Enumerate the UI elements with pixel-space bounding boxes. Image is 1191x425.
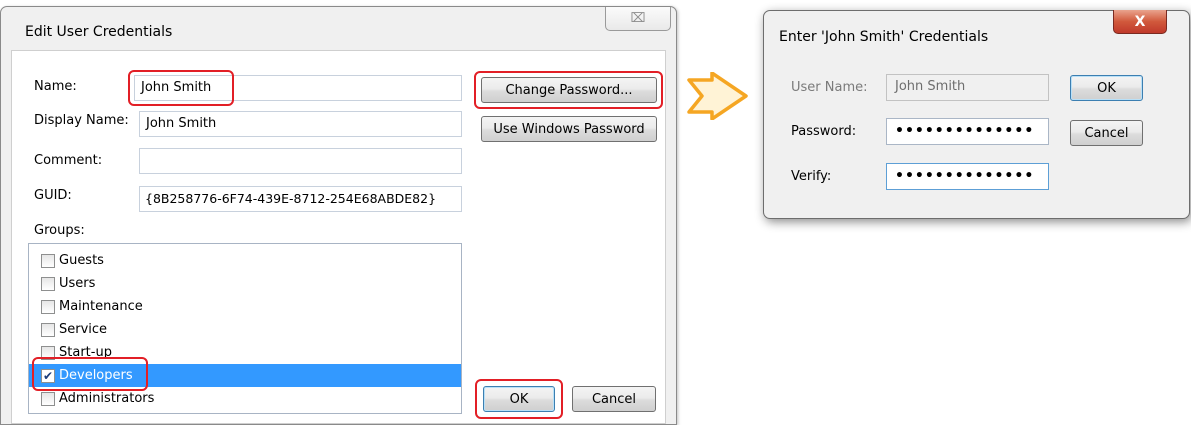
close-button[interactable]: X [1113, 10, 1167, 34]
user-name-field: John Smith [886, 74, 1049, 101]
comment-label: Comment: [34, 153, 103, 168]
name-label: Name: [34, 79, 77, 94]
ok-button[interactable]: OK [1070, 75, 1143, 101]
checkbox-developers[interactable]: ✔ [41, 368, 55, 383]
password-field[interactable]: •••••••••••••• [886, 118, 1049, 145]
group-item-maintenance[interactable]: Maintenance [29, 295, 461, 318]
close-icon: X [1134, 13, 1146, 30]
group-item-start-up[interactable]: Start-up [29, 341, 461, 364]
group-label-users: Users [59, 276, 96, 291]
checkbox-users[interactable] [41, 276, 55, 291]
group-label-guests: Guests [59, 253, 104, 268]
group-label-administrators: Administrators [59, 391, 155, 406]
close-icon: ⌧ [630, 11, 646, 26]
group-item-guests[interactable]: Guests [29, 249, 461, 272]
checkbox-service[interactable] [41, 322, 55, 337]
password-value: •••••••••••••• [895, 123, 1035, 139]
right-arrow-icon [687, 72, 748, 120]
display-name-field[interactable]: John Smith [139, 111, 462, 137]
group-label-service: Service [59, 322, 108, 337]
name-field[interactable]: John Smith [134, 75, 462, 101]
use-windows-password-button[interactable]: Use Windows Password [481, 116, 657, 142]
change-password-button[interactable]: Change Password... [481, 77, 657, 103]
close-button[interactable]: ⌧ [605, 7, 671, 31]
group-item-users[interactable]: Users [29, 272, 461, 295]
dialog-title: Enter 'John Smith' Credentials [779, 29, 989, 45]
checkbox-administrators[interactable] [41, 391, 55, 406]
guid-label: GUID: [34, 188, 72, 203]
group-item-service[interactable]: Service [29, 318, 461, 341]
guid-field[interactable]: {8B258776-6F74-439E-8712-254E68ABDE82} [139, 186, 462, 212]
checkbox-guests[interactable] [41, 253, 55, 268]
cancel-button[interactable]: Cancel [572, 386, 656, 412]
group-item-administrators[interactable]: Administrators [29, 387, 461, 410]
verify-value: •••••••••••••• [895, 168, 1035, 184]
checkbox-maintenance[interactable] [41, 299, 55, 314]
edit-user-credentials-dialog: Edit User Credentials ⌧ Name: John Smith… [0, 6, 677, 425]
cancel-button[interactable]: Cancel [1070, 120, 1143, 146]
dialog-title: Edit User Credentials [25, 24, 173, 40]
ok-button[interactable]: OK [483, 386, 555, 412]
checkmark-icon: ✔ [42, 368, 54, 383]
enter-credentials-dialog: Enter 'John Smith' Credentials X User Na… [763, 10, 1190, 219]
verify-field[interactable]: •••••••••••••• [886, 163, 1049, 190]
verify-label: Verify: [791, 169, 832, 184]
password-label: Password: [791, 124, 857, 139]
comment-field[interactable] [139, 148, 462, 174]
group-label-start-up: Start-up [59, 345, 112, 360]
group-label-developers: Developers [59, 368, 133, 383]
groups-label: Groups: [34, 223, 85, 238]
group-item-developers[interactable]: ✔ Developers [29, 364, 461, 387]
checkbox-start-up[interactable] [41, 345, 55, 360]
groups-list[interactable]: Guests Users Maintenance Service Start-u… [28, 243, 462, 414]
display-name-label: Display Name: [34, 113, 129, 128]
group-label-maintenance: Maintenance [59, 299, 143, 314]
user-name-label: User Name: [791, 80, 868, 95]
